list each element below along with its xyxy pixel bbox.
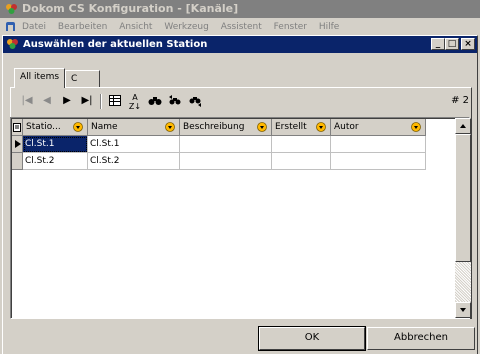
arrow-up-icon [460, 124, 466, 128]
toolbar-separator [100, 94, 102, 109]
find-prev-icon[interactable] [187, 92, 203, 110]
minimize-button[interactable]: _ [431, 38, 445, 50]
scroll-thumb[interactable] [455, 134, 471, 262]
column-header-station[interactable]: Statio... [23, 119, 88, 136]
table-cell-name[interactable]: Cl.St.2 [88, 153, 180, 170]
column-header-name-label: Name [91, 122, 118, 132]
menu-ansicht[interactable]: Ansicht [119, 22, 152, 32]
last-record-icon[interactable]: ▶| [79, 92, 95, 110]
table-cell-station[interactable]: Cl.St.1 [23, 136, 88, 153]
filter-icon[interactable] [316, 122, 326, 132]
next-record-icon[interactable]: ▶ [59, 92, 75, 110]
table-cell-erstellt[interactable] [272, 136, 331, 153]
first-record-icon[interactable]: |◀ [19, 92, 35, 110]
column-header-erstellt-label: Erstellt [275, 122, 307, 132]
find-next-icon[interactable] [167, 92, 183, 110]
table-cell-station[interactable]: Cl.St.2 [23, 153, 88, 170]
dialog-title-bar[interactable]: Auswählen der aktuellen Station _ □ × [3, 36, 477, 53]
column-header-station-label: Statio... [26, 122, 61, 132]
grid-body: Statio... Name Beschreibung Erstellt Aut… [11, 118, 455, 318]
table-cell-beschreibung[interactable] [180, 153, 272, 170]
table-cell-autor[interactable] [331, 153, 426, 170]
menu-werkzeug[interactable]: Werkzeug [164, 22, 209, 32]
dialog-title: Auswählen der aktuellen Station [23, 39, 208, 50]
table-cell-erstellt[interactable] [272, 153, 331, 170]
table-cell-beschreibung[interactable] [180, 136, 272, 153]
filter-icon[interactable] [257, 122, 267, 132]
row-indicator[interactable] [12, 136, 23, 153]
column-header-beschreibung[interactable]: Beschreibung [180, 119, 272, 136]
menu-assistent[interactable]: Assistent [221, 22, 262, 32]
table-cell-name[interactable]: Cl.St.1 [88, 136, 180, 153]
app-title: Dokom CS Konfiguration - [Kanäle] [22, 2, 239, 15]
column-header-name[interactable]: Name [88, 119, 180, 136]
scroll-up-button[interactable] [455, 118, 471, 134]
column-header-erstellt[interactable]: Erstellt [272, 119, 331, 136]
menu-hilfe[interactable]: Hilfe [319, 22, 339, 32]
record-count: # 2 [451, 95, 469, 106]
grid-menu-icon[interactable] [12, 119, 23, 136]
tab-c[interactable]: C [65, 70, 100, 88]
tab-c-label: C [71, 74, 78, 84]
cancel-button[interactable]: Abbrechen [367, 327, 475, 350]
current-row-icon [15, 140, 21, 148]
tab-all-items[interactable]: All items [14, 68, 66, 88]
menu-bar: Datei Bearbeiten Ansicht Werkzeug Assist… [0, 19, 480, 35]
station-grid[interactable]: Statio... Name Beschreibung Erstellt Aut… [10, 117, 471, 319]
ok-button[interactable]: OK [258, 326, 366, 351]
window-menu-icon[interactable] [5, 21, 16, 32]
table-cell-autor[interactable] [331, 136, 426, 153]
column-header-autor-label: Autor [334, 122, 359, 132]
menu-bearbeiten[interactable]: Bearbeiten [58, 22, 107, 32]
row-indicator[interactable] [12, 153, 23, 170]
maximize-button[interactable]: □ [445, 38, 459, 50]
find-icon[interactable] [147, 92, 163, 110]
filter-icon[interactable] [165, 122, 175, 132]
column-header-beschreibung-label: Beschreibung [183, 122, 245, 132]
dialog-logo-icon [7, 39, 18, 49]
grid-view-icon[interactable] [107, 92, 123, 110]
filter-icon[interactable] [73, 122, 83, 132]
prev-record-icon[interactable]: ◀ [39, 92, 55, 110]
grid-toolbar: |◀ ◀ ▶ ▶| A Z↓ # 2 [19, 92, 469, 112]
scroll-down-button[interactable] [455, 302, 471, 318]
app-logo-icon [6, 4, 17, 14]
menu-datei[interactable]: Datei [22, 22, 46, 32]
filter-icon[interactable] [411, 122, 421, 132]
arrow-down-icon [460, 308, 466, 312]
close-button[interactable]: × [461, 38, 475, 50]
column-header-autor[interactable]: Autor [331, 119, 426, 136]
sort-az-icon[interactable]: A Z↓ [127, 92, 143, 111]
vertical-scrollbar[interactable] [455, 118, 471, 318]
tab-all-items-label: All items [20, 72, 60, 82]
menu-fenster[interactable]: Fenster [274, 22, 307, 32]
app-title-bar[interactable]: Dokom CS Konfiguration - [Kanäle] [0, 0, 480, 18]
station-select-dialog: Auswählen der aktuellen Station _ □ × Al… [2, 35, 478, 354]
